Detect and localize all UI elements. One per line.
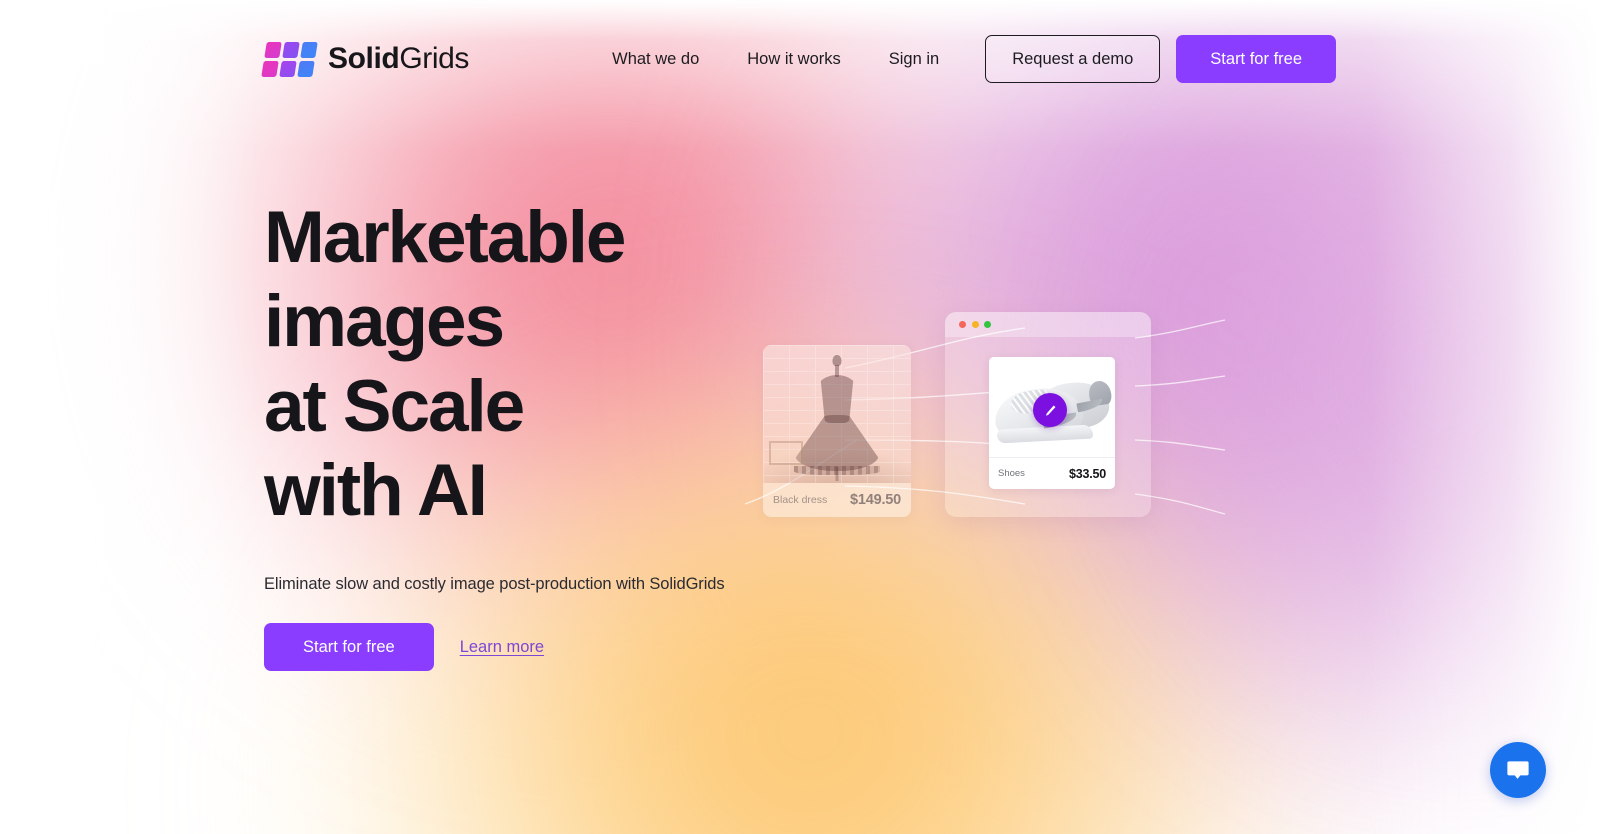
logo-tile [264, 41, 282, 58]
result-product-meta: Shoes $33.50 [989, 457, 1115, 489]
brand-name-bold: Solid [328, 42, 400, 75]
browser-window-mockup: Shoes $33.50 [945, 312, 1151, 517]
magic-wand-icon [1045, 404, 1055, 416]
site-header: SolidGrids What we do How it works Sign … [0, 0, 1600, 118]
hero-subtitle: Eliminate slow and costly image post-pro… [264, 575, 725, 594]
result-product-name: Shoes [998, 468, 1025, 479]
start-for-free-button-hero[interactable]: Start for free [264, 623, 434, 672]
request-demo-button[interactable]: Request a demo [985, 35, 1161, 83]
gradient-blob-lilac [1180, 60, 1600, 700]
chat-widget-button[interactable] [1490, 742, 1546, 798]
page-root: SolidGrids What we do How it works Sign … [0, 0, 1600, 834]
window-maximize-dot-icon[interactable] [984, 321, 991, 328]
nav-item-sign-in[interactable]: Sign in [865, 51, 963, 68]
hero-heading-line-4: with AI [264, 449, 488, 531]
browser-title-bar [945, 312, 1151, 337]
brand-wordmark: SolidGrids [328, 42, 469, 76]
hero-heading: Marketable images at Scale with AI [264, 196, 824, 533]
hero-heading-line-2: images [264, 281, 505, 363]
logo-tile [297, 60, 315, 77]
hero-heading-line-1: Marketable [264, 197, 627, 278]
brand-name-light: Grids [399, 42, 470, 75]
nav-item-how-it-works[interactable]: How it works [723, 51, 865, 68]
main-navigation: What we do How it works Sign in Request … [588, 35, 1336, 83]
logo-tile [279, 60, 297, 77]
grid-logo-icon [261, 41, 318, 77]
logo-tile [261, 60, 279, 77]
brand-logo[interactable]: SolidGrids [261, 41, 469, 77]
learn-more-link[interactable]: Learn more [460, 638, 544, 657]
window-minimize-dot-icon[interactable] [971, 321, 979, 328]
chat-bubble-icon [1507, 761, 1529, 779]
result-product-price: $33.50 [1068, 466, 1106, 481]
nav-item-what-we-do[interactable]: What we do [588, 51, 723, 68]
hero-section: Marketable images at Scale with AI Elimi… [264, 196, 824, 672]
source-product-price: $149.50 [849, 492, 901, 508]
logo-tile [300, 41, 318, 58]
magic-wand-badge[interactable] [1033, 393, 1067, 427]
hero-heading-line-3: at Scale [264, 365, 525, 447]
logo-tile [282, 41, 300, 58]
result-product-photo [989, 357, 1115, 457]
window-close-dot-icon[interactable] [959, 321, 966, 328]
hero-cta-group: Start for free Learn more [264, 623, 824, 672]
result-product-card[interactable]: Shoes $33.50 [989, 357, 1115, 489]
start-for-free-button-header[interactable]: Start for free [1176, 35, 1336, 83]
